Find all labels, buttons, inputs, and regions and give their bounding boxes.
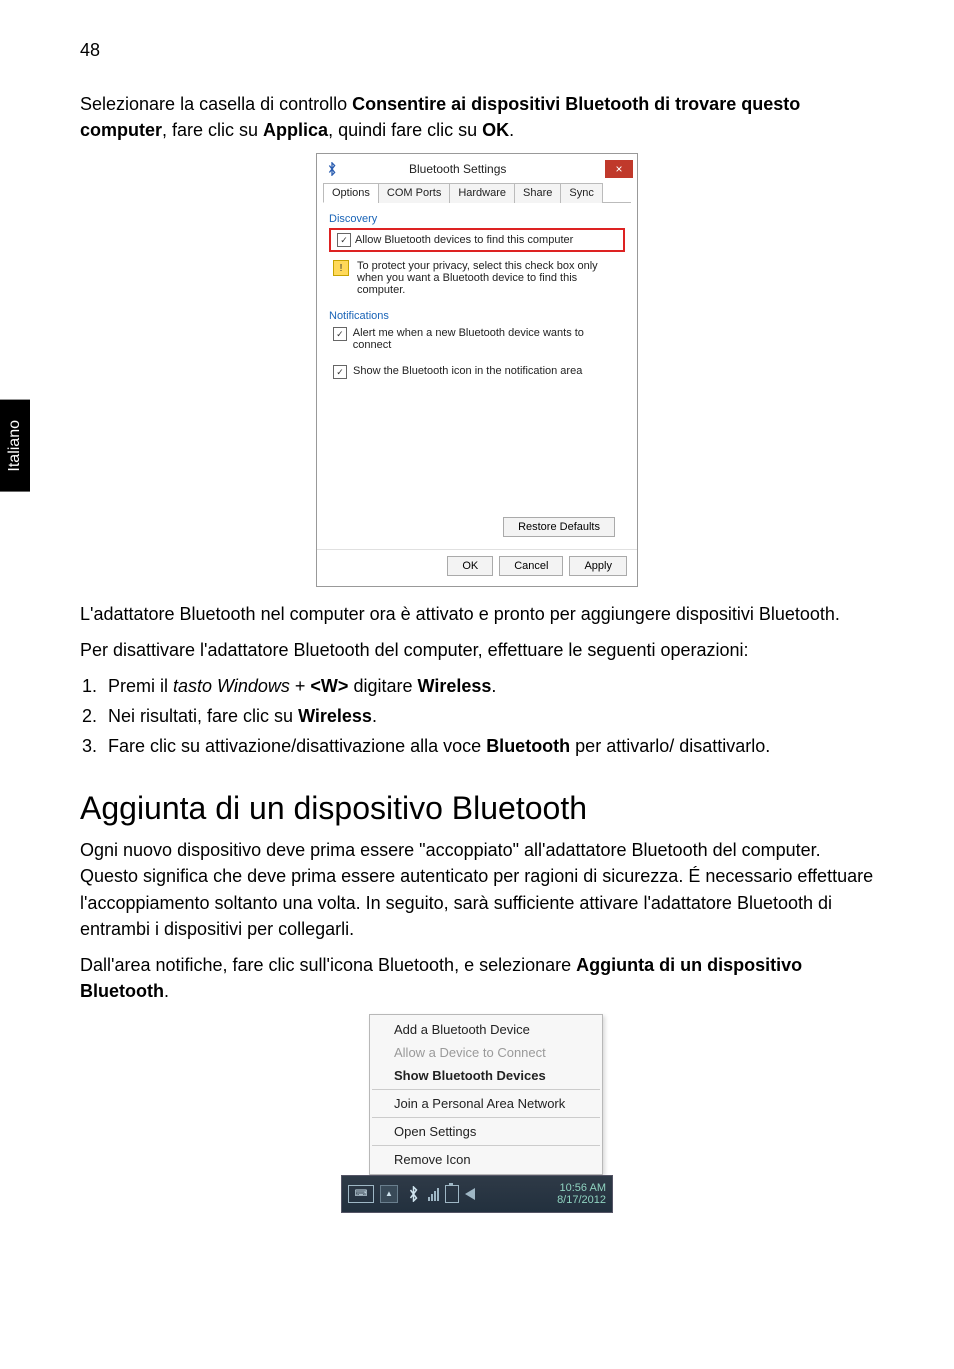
section-heading: Aggiunta di un dispositivo Bluetooth	[80, 790, 874, 827]
restore-defaults-button[interactable]: Restore Defaults	[503, 517, 615, 537]
text-bold: Wireless	[417, 676, 491, 696]
tab-options[interactable]: Options	[323, 183, 379, 203]
discovery-highlight-box: ✓ Allow Bluetooth devices to find this c…	[329, 228, 625, 252]
text-bold: Applica	[263, 120, 328, 140]
text: Fare clic su attivazione/disattivazione …	[108, 736, 486, 756]
text: per attivarlo/ disattivarlo.	[570, 736, 770, 756]
text: , fare clic su	[162, 120, 263, 140]
apply-button[interactable]: Apply	[569, 556, 627, 576]
show-icon-checkbox[interactable]: ✓	[333, 365, 347, 379]
battery-icon[interactable]	[445, 1185, 459, 1203]
steps-list: Premi il tasto Windows + <W> digitare Wi…	[80, 673, 874, 760]
list-item: Premi il tasto Windows + <W> digitare Wi…	[102, 673, 874, 700]
taskbar-date: 8/17/2012	[557, 1194, 606, 1206]
warning-icon: !	[333, 260, 349, 276]
menu-add-device[interactable]: Add a Bluetooth Device	[372, 1018, 600, 1041]
bluetooth-icon	[325, 162, 339, 176]
tab-com-ports[interactable]: COM Ports	[378, 183, 450, 203]
discovery-group-label: Discovery	[329, 213, 625, 225]
text: Nei risultati, fare clic su	[108, 706, 298, 726]
text-bold: OK	[482, 120, 509, 140]
menu-separator	[372, 1117, 600, 1118]
dialog-tabs: Options COM Ports Hardware Share Sync	[323, 182, 631, 203]
text: .	[491, 676, 496, 696]
bluetooth-tray-menu: Add a Bluetooth Device Allow a Device to…	[369, 1014, 603, 1175]
show-hidden-icons[interactable]: ▲	[380, 1185, 398, 1203]
menu-join-pan[interactable]: Join a Personal Area Network	[372, 1092, 600, 1115]
close-button[interactable]: ×	[605, 160, 633, 178]
menu-allow-connect[interactable]: Allow a Device to Connect	[372, 1041, 600, 1064]
text: .	[509, 120, 514, 140]
bluetooth-settings-dialog: Bluetooth Settings × Options COM Ports H…	[316, 153, 638, 587]
cancel-button[interactable]: Cancel	[499, 556, 563, 576]
list-item: Fare clic su attivazione/disattivazione …	[102, 733, 874, 760]
text: , quindi fare clic su	[328, 120, 482, 140]
text: digitare	[348, 676, 417, 696]
paragraph: L'adattatore Bluetooth nel computer ora …	[80, 601, 874, 627]
allow-find-checkbox[interactable]: ✓	[337, 233, 351, 247]
allow-find-label: Allow Bluetooth devices to find this com…	[355, 234, 573, 246]
text: .	[164, 981, 169, 1001]
volume-icon[interactable]	[465, 1188, 475, 1200]
tab-share[interactable]: Share	[514, 183, 561, 203]
bluetooth-tray-icon[interactable]	[404, 1185, 422, 1203]
list-item: Nei risultati, fare clic su Wireless.	[102, 703, 874, 730]
dialog-title: Bluetooth Settings	[409, 162, 506, 176]
menu-separator	[372, 1145, 600, 1146]
menu-open-settings[interactable]: Open Settings	[372, 1120, 600, 1143]
text-italic: tasto Windows	[173, 676, 290, 696]
alert-connect-checkbox[interactable]: ✓	[333, 327, 347, 341]
text: Selezionare la casella di controllo	[80, 94, 352, 114]
text: Dall'area notifiche, fare clic sull'icon…	[80, 955, 576, 975]
alert-connect-label: Alert me when a new Bluetooth device wan…	[353, 327, 621, 351]
tab-hardware[interactable]: Hardware	[449, 183, 515, 203]
notifications-group-label: Notifications	[329, 310, 625, 322]
intro-paragraph: Selezionare la casella di controllo Cons…	[80, 91, 874, 143]
page-number: 48	[80, 40, 874, 61]
text-bold: Wireless	[298, 706, 372, 726]
text: Premi il	[108, 676, 173, 696]
text: .	[372, 706, 377, 726]
network-signal-icon[interactable]	[428, 1187, 439, 1201]
menu-separator	[372, 1089, 600, 1090]
show-icon-label: Show the Bluetooth icon in the notificat…	[353, 365, 582, 377]
tab-sync[interactable]: Sync	[560, 183, 602, 203]
taskbar: ⌨ ▲ 10:56 AM 8/17/2012	[341, 1175, 613, 1213]
keyboard-icon[interactable]: ⌨	[348, 1185, 374, 1203]
menu-remove-icon[interactable]: Remove Icon	[372, 1148, 600, 1171]
paragraph: Ogni nuovo dispositivo deve prima essere…	[80, 837, 874, 941]
privacy-warning-text: To protect your privacy, select this che…	[357, 260, 621, 296]
text: +	[290, 676, 311, 696]
ok-button[interactable]: OK	[447, 556, 493, 576]
taskbar-clock[interactable]: 10:56 AM 8/17/2012	[557, 1182, 606, 1206]
language-side-tab: Italiano	[0, 400, 30, 492]
menu-show-devices[interactable]: Show Bluetooth Devices	[372, 1064, 600, 1087]
paragraph: Per disattivare l'adattatore Bluetooth d…	[80, 637, 874, 663]
text-bold: Bluetooth	[486, 736, 570, 756]
paragraph: Dall'area notifiche, fare clic sull'icon…	[80, 952, 874, 1004]
taskbar-time: 10:56 AM	[557, 1182, 606, 1194]
text-bold: <W>	[310, 676, 348, 696]
